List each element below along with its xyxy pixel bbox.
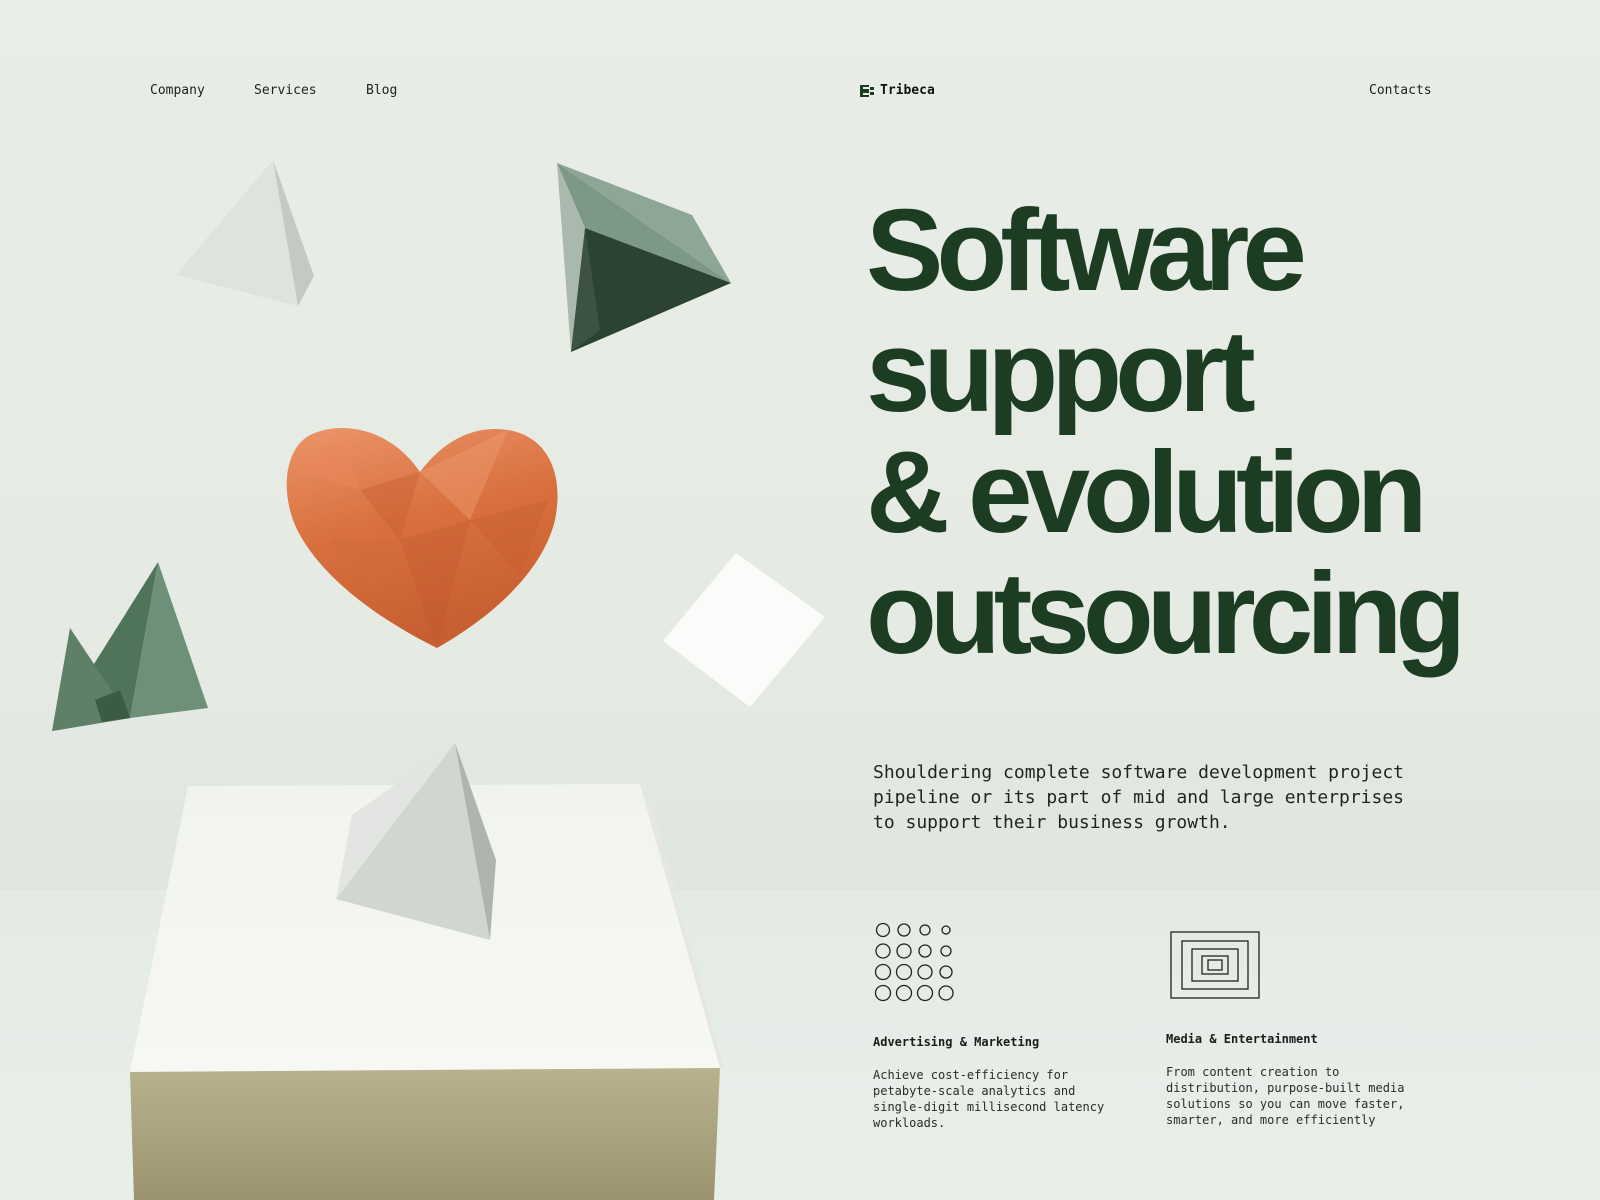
brand-name: Tribeca [880, 83, 935, 98]
feature-title-advertising: Advertising & Marketing [873, 1035, 1040, 1049]
feature-description-advertising: Achieve cost-efficiency for petabyte-sca… [873, 1068, 1105, 1130]
feature-title-media: Media & Entertainment [1166, 1032, 1318, 1046]
white-tile [663, 553, 825, 707]
brand-logo[interactable]: Tribeca [860, 83, 935, 98]
dot-grid-icon [874, 922, 954, 1002]
hero-description: Shouldering complete software developmen… [873, 762, 1405, 833]
hero-title-line: & evolution [866, 427, 1428, 557]
hero-title-line: Software [866, 185, 1307, 315]
hero-title-line: support [866, 306, 1256, 436]
heart-shape [286, 428, 558, 648]
hero-title: Software support & evolution outsourcing [866, 185, 1466, 678]
nav-blog[interactable]: Blog [366, 83, 397, 98]
nav-contacts[interactable]: Contacts [1369, 83, 1432, 98]
green-pyramid-top [557, 163, 731, 352]
tribeca-logo-icon [860, 84, 874, 97]
hero-illustration [52, 160, 825, 1200]
nav-services[interactable]: Services [254, 83, 317, 98]
nested-squares-icon [1170, 931, 1260, 999]
feature-description-media: From content creation to distribution, p… [1166, 1065, 1405, 1127]
white-pyramid-top-left [176, 160, 314, 306]
nav-company[interactable]: Company [150, 83, 205, 98]
green-pyramid-left [52, 562, 208, 731]
hero-title-line: outsourcing [866, 548, 1466, 678]
